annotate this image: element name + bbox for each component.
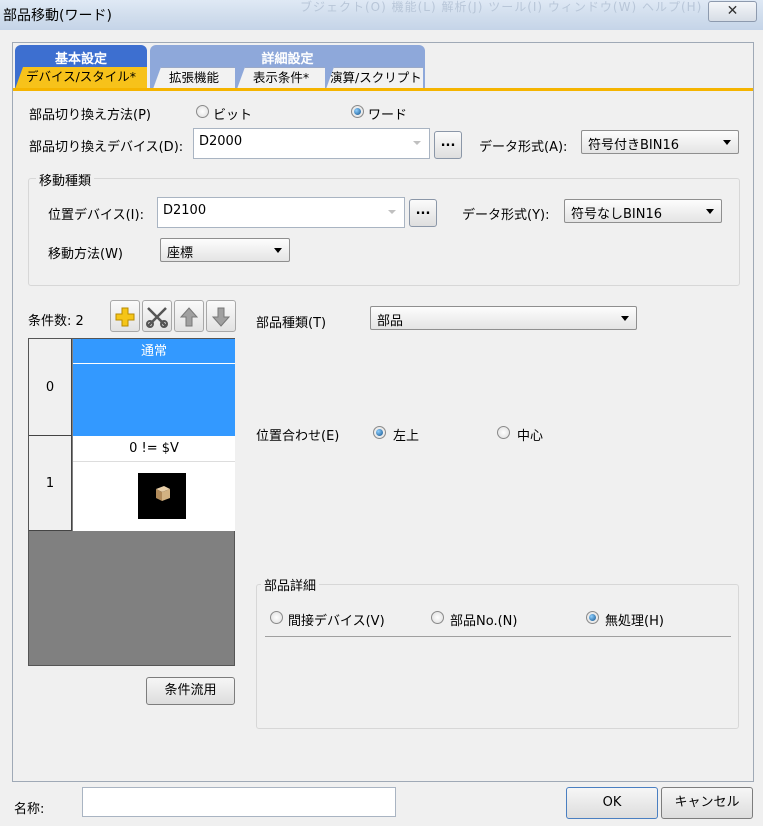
- align-center-radio[interactable]: [497, 426, 510, 439]
- switch-format-label: データ形式(A):: [479, 140, 568, 155]
- part-no-label[interactable]: 部品No.(N): [450, 610, 517, 629]
- dropdown-arrow-icon: [723, 140, 731, 145]
- tab-calc-script[interactable]: 演算/スクリプト: [326, 67, 423, 89]
- condition-list[interactable]: 0 通常 1 0 != $V: [28, 338, 235, 666]
- part-detail-title: 部品詳細: [261, 575, 320, 594]
- align-label: 位置合わせ(E): [256, 429, 340, 444]
- box-icon: [156, 486, 170, 501]
- arrow-down-icon: [211, 307, 231, 327]
- indirect-device-radio[interactable]: [270, 611, 283, 624]
- condition-index-1[interactable]: 1: [29, 436, 72, 531]
- close-icon: ✕: [726, 3, 739, 19]
- no-process-label[interactable]: 無処理(H): [605, 610, 664, 629]
- copy-condition-button[interactable]: 条件流用: [146, 677, 235, 705]
- switch-device-label: 部品切り換えデバイス(D):: [29, 140, 184, 155]
- dropdown-arrow-icon: [706, 209, 714, 214]
- background-menu-ghost: ブジェクト(O) 機能(L) 解析(J) ツール(I) ウィンドウ(W) ヘルプ…: [300, 0, 703, 14]
- window-title: 部品移動(ワード): [3, 8, 112, 24]
- tab-group-basic-label: 基本設定: [54, 52, 107, 67]
- part-thumbnail: [138, 473, 186, 519]
- ok-button[interactable]: OK: [566, 787, 658, 819]
- move-method-select[interactable]: 座標: [160, 238, 290, 262]
- move-down-button[interactable]: [206, 300, 236, 332]
- condition-preview-0[interactable]: [73, 364, 235, 436]
- close-button[interactable]: ✕: [708, 1, 757, 22]
- move-method-label: 移動方法(W): [48, 247, 123, 262]
- position-format-select[interactable]: 符号なしBIN16: [564, 199, 722, 223]
- delete-condition-button[interactable]: [142, 300, 172, 332]
- movement-group: [28, 178, 740, 286]
- indirect-device-label[interactable]: 間接デバイス(V): [288, 610, 385, 629]
- switch-device-browse-button[interactable]: ...: [434, 131, 462, 159]
- word-radio-label[interactable]: ワード: [368, 104, 407, 123]
- movement-group-title: 移動種類: [36, 170, 95, 189]
- condition-count: 条件数: 2: [28, 314, 84, 329]
- title-bar: ブジェクト(O) 機能(L) 解析(J) ツール(I) ウィンドウ(W) ヘルプ…: [0, 0, 763, 30]
- dropdown-arrow-icon: [621, 316, 629, 321]
- divider: [265, 636, 731, 637]
- no-process-radio[interactable]: [586, 611, 599, 624]
- part-detail-group: [256, 584, 739, 729]
- switch-device-input[interactable]: D2000: [193, 128, 430, 159]
- tab-device-style[interactable]: デバイス/スタイル*: [15, 67, 147, 89]
- position-device-label: 位置デバイス(I):: [48, 208, 144, 223]
- switch-method-label: 部品切り換え方法(P): [29, 108, 151, 123]
- switch-device-value: D2000: [199, 134, 243, 149]
- move-method-value: 座標: [167, 246, 194, 261]
- bit-radio[interactable]: [196, 105, 209, 118]
- tab-group-detail-label: 詳細設定: [261, 52, 314, 67]
- position-device-input[interactable]: D2100: [157, 197, 405, 228]
- align-center-label[interactable]: 中心: [517, 425, 543, 444]
- part-no-radio[interactable]: [431, 611, 444, 624]
- add-condition-button[interactable]: [110, 300, 140, 332]
- align-top-left-label[interactable]: 左上: [393, 425, 419, 444]
- condition-header-0[interactable]: 通常: [73, 339, 235, 364]
- part-type-select[interactable]: 部品: [370, 306, 637, 330]
- tab-group-basic: 基本設定 デバイス/スタイル*: [15, 45, 147, 89]
- position-format-value: 符号なしBIN16: [571, 207, 663, 222]
- condition-preview-1[interactable]: [73, 462, 235, 531]
- tab-group-detail: 詳細設定 拡張機能 表示条件* 演算/スクリプト: [150, 45, 425, 89]
- name-label: 名称:: [14, 802, 45, 817]
- word-radio[interactable]: [351, 105, 364, 118]
- cancel-button[interactable]: キャンセル: [661, 787, 753, 819]
- chevron-down-icon: [413, 141, 421, 145]
- condition-index-0[interactable]: 0: [29, 339, 72, 436]
- position-format-label: データ形式(Y):: [462, 208, 550, 223]
- position-device-value: D2100: [163, 203, 207, 218]
- tab-strip: 基本設定 デバイス/スタイル* 詳細設定 拡張機能 表示条件* 演算/スクリプト: [13, 43, 753, 89]
- tab-extension[interactable]: 拡張機能: [153, 67, 235, 89]
- tab-underline: [13, 88, 753, 91]
- position-device-browse-button[interactable]: ...: [409, 199, 437, 227]
- arrow-up-icon: [179, 307, 199, 327]
- bit-radio-label[interactable]: ビット: [213, 104, 252, 123]
- name-input[interactable]: [82, 787, 396, 817]
- part-type-label: 部品種類(T): [256, 316, 327, 331]
- switch-format-value: 符号付きBIN16: [588, 138, 680, 153]
- move-up-button[interactable]: [174, 300, 204, 332]
- add-icon: [115, 307, 135, 327]
- part-type-value: 部品: [377, 314, 404, 329]
- tab-display-condition[interactable]: 表示条件*: [237, 67, 325, 89]
- align-top-left-radio[interactable]: [373, 426, 386, 439]
- switch-format-select[interactable]: 符号付きBIN16: [581, 130, 739, 154]
- cut-icon: [146, 307, 168, 328]
- dropdown-arrow-icon: [274, 248, 282, 253]
- condition-header-1[interactable]: 0 != $V: [73, 436, 235, 462]
- chevron-down-icon: [388, 210, 396, 214]
